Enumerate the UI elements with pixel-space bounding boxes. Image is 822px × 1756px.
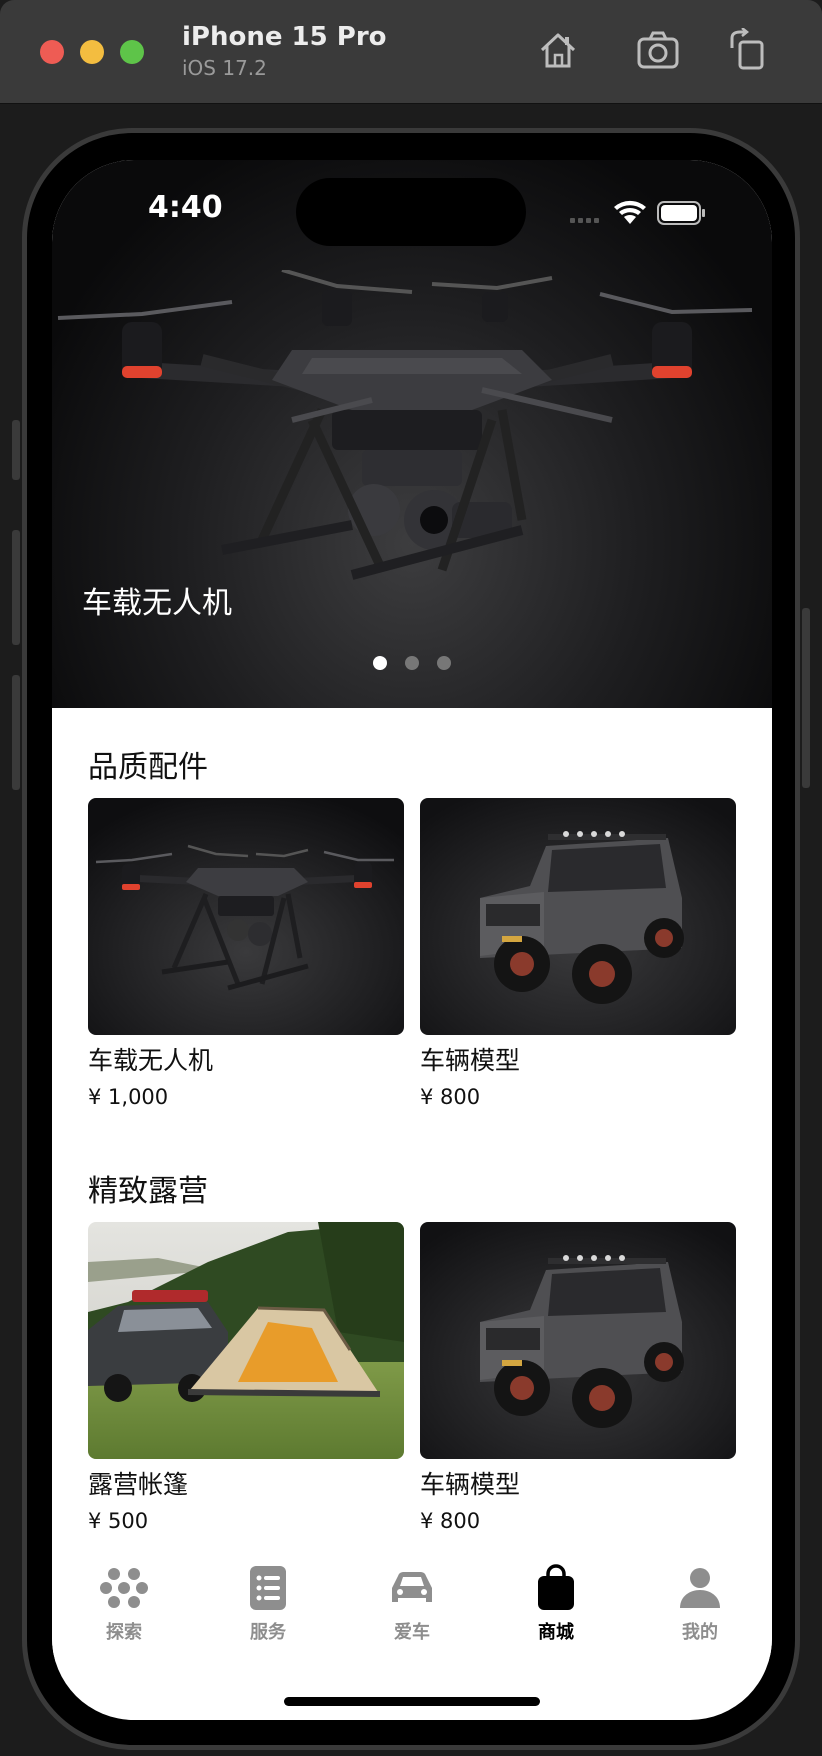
section-title: 品质配件 xyxy=(88,750,208,785)
zoom-window-button[interactable] xyxy=(120,40,144,64)
product-card[interactable]: 车辆模型 ¥ 800 xyxy=(420,1222,736,1533)
page-dot-2[interactable] xyxy=(405,656,419,670)
volume-down-button xyxy=(12,675,20,790)
product-image-drone[interactable] xyxy=(88,798,404,1035)
volume-up-button xyxy=(12,530,20,645)
product-name: 车载无人机 xyxy=(88,1046,214,1075)
product-image-camping-tent[interactable] xyxy=(88,1222,404,1459)
page-indicator[interactable] xyxy=(52,656,772,670)
product-image-suv-model[interactable] xyxy=(420,798,736,1035)
battery-icon xyxy=(657,201,705,225)
page-dot-1[interactable] xyxy=(373,656,387,670)
explore-icon xyxy=(100,1568,148,1608)
home-icon[interactable] xyxy=(536,28,580,72)
tab-shop[interactable]: 商城 xyxy=(484,1562,628,1662)
tab-label: 服务 xyxy=(250,1622,286,1643)
product-name: 车辆模型 xyxy=(420,1470,521,1499)
dynamic-island xyxy=(296,178,526,246)
phone-screen: 车载无人机 4:40 品质配件 车载无人机 ¥ 1,000 车辆模型 ¥ 800… xyxy=(52,160,772,1720)
cellular-signal-icon xyxy=(570,218,599,223)
device-name: iPhone 15 Pro xyxy=(182,22,387,52)
page-dot-3[interactable] xyxy=(437,656,451,670)
tab-services[interactable]: 服务 xyxy=(196,1562,340,1662)
action-button xyxy=(12,420,20,480)
tab-label: 探索 xyxy=(106,1622,142,1643)
list-icon xyxy=(250,1566,286,1610)
close-window-button[interactable] xyxy=(40,40,64,64)
status-time: 4:40 xyxy=(148,190,223,225)
product-name: 露营帐篷 xyxy=(88,1470,189,1499)
product-price: ¥ 1,000 xyxy=(88,1085,169,1109)
status-icons xyxy=(570,200,705,225)
tab-label: 我的 xyxy=(682,1622,718,1643)
section-title: 精致露营 xyxy=(88,1174,208,1209)
product-card[interactable]: 车载无人机 ¥ 1,000 xyxy=(88,798,404,1109)
tab-label: 商城 xyxy=(538,1622,574,1643)
product-price: ¥ 500 xyxy=(88,1509,149,1533)
product-name: 车辆模型 xyxy=(420,1046,521,1075)
simulator-titlebar: iPhone 15 Pro iOS 17.2 xyxy=(0,0,822,104)
tab-profile[interactable]: 我的 xyxy=(628,1562,772,1662)
product-card[interactable]: 露营帐篷 ¥ 500 xyxy=(88,1222,404,1533)
device-os-version: iOS 17.2 xyxy=(182,56,267,80)
tab-my-car[interactable]: 爱车 xyxy=(340,1562,484,1662)
rotate-icon[interactable] xyxy=(726,28,770,72)
shopping-bag-icon xyxy=(538,1564,574,1610)
product-price: ¥ 800 xyxy=(420,1509,481,1533)
drone-image xyxy=(57,270,753,580)
wifi-icon xyxy=(614,200,646,224)
power-button xyxy=(802,608,810,788)
product-card[interactable]: 车辆模型 ¥ 800 xyxy=(420,798,736,1109)
home-indicator[interactable] xyxy=(284,1697,540,1706)
tab-bar: 探索 服务 爱车 商城 我的 xyxy=(52,1562,772,1662)
minimize-window-button[interactable] xyxy=(80,40,104,64)
product-image-suv-model[interactable] xyxy=(420,1222,736,1459)
hero-caption: 车载无人机 xyxy=(82,586,232,621)
screenshot-icon[interactable] xyxy=(636,28,680,72)
tab-label: 爱车 xyxy=(394,1622,430,1643)
person-icon xyxy=(680,1568,720,1608)
car-icon xyxy=(392,1572,432,1602)
product-price: ¥ 800 xyxy=(420,1085,481,1109)
tab-explore[interactable]: 探索 xyxy=(52,1562,196,1662)
